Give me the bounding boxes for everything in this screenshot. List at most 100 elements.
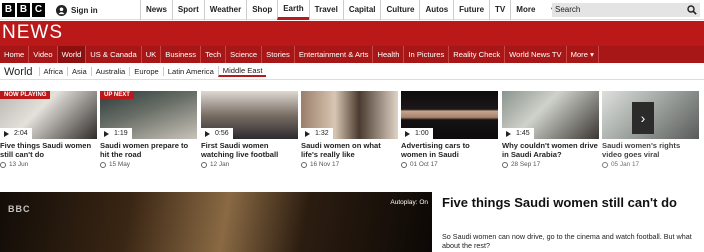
carousel-next-button[interactable]: › <box>632 102 654 134</box>
now-playing-badge: NOW PLAYING <box>0 91 51 99</box>
video-date-text: 12 Jan <box>210 161 230 168</box>
top-nav-sport[interactable]: Sport <box>171 0 204 20</box>
top-nav-future[interactable]: Future <box>453 0 489 20</box>
video-card[interactable]: 0:56 First Saudi women watching live foo… <box>201 91 298 168</box>
clock-icon <box>401 161 407 168</box>
region-middle-east[interactable]: Middle East <box>217 66 267 77</box>
subnav-home[interactable]: Home <box>0 46 30 63</box>
video-thumbnail[interactable]: 1:45 <box>502 91 599 139</box>
subnav-video[interactable]: Video <box>29 46 58 63</box>
subnav-entertainment-arts[interactable]: Entertainment & Arts <box>295 46 374 63</box>
subnav-uk[interactable]: UK <box>142 46 162 63</box>
video-date-text: 16 Nov 17 <box>310 161 340 168</box>
top-nav-more-label: More <box>516 5 536 14</box>
video-thumbnail[interactable]: 1:32 <box>301 91 398 139</box>
video-duration: 1:45 <box>516 130 530 137</box>
sign-in-label: Sign in <box>71 5 98 15</box>
top-nav-news[interactable]: News <box>140 0 172 20</box>
top-nav: News Sport Weather Shop Earth Travel Cap… <box>140 0 560 20</box>
top-nav-autos[interactable]: Autos <box>419 0 453 20</box>
user-icon <box>56 4 67 16</box>
video-date: 15 May <box>100 161 197 168</box>
subnav-science[interactable]: Science <box>226 46 263 63</box>
play-icon <box>305 130 310 137</box>
video-date-text: 05 Jan 17 <box>611 161 640 168</box>
video-thumbnail[interactable]: 0:56 <box>201 91 298 139</box>
play-icon <box>4 130 9 137</box>
video-card[interactable]: UP NEXT 1:19 Saudi women prepare to hit … <box>100 91 197 168</box>
top-nav-culture[interactable]: Culture <box>380 0 419 20</box>
play-button[interactable]: 1:00 <box>401 128 433 139</box>
subnav-us-canada[interactable]: US & Canada <box>86 46 142 63</box>
video-title[interactable]: Saudi women on what life's really like <box>301 141 398 159</box>
search-placeholder: Search <box>555 5 581 14</box>
video-card[interactable]: 1:32 Saudi women on what life's really l… <box>301 91 398 168</box>
clock-icon <box>201 161 207 168</box>
top-nav-travel[interactable]: Travel <box>308 0 343 20</box>
video-thumbnail[interactable]: UP NEXT 1:19 <box>100 91 197 139</box>
play-button[interactable]: 1:19 <box>100 128 132 139</box>
news-title[interactable]: NEWS <box>2 22 63 44</box>
subnav-tech[interactable]: Tech <box>201 46 227 63</box>
video-date-text: 01 Oct 17 <box>410 161 438 168</box>
video-duration: 1:19 <box>114 130 128 137</box>
play-button[interactable]: 1:45 <box>502 128 534 139</box>
section-title[interactable]: World <box>0 66 39 78</box>
video-player[interactable]: BBC Autoplay: On <box>0 192 432 252</box>
search-input[interactable]: Search <box>552 3 700 17</box>
feature-headline[interactable]: Five things Saudi women still can't do <box>442 195 692 210</box>
video-title[interactable]: First Saudi women watching live football <box>201 141 298 159</box>
region-asia[interactable]: Asia <box>66 67 91 76</box>
sign-in-link[interactable]: Sign in <box>56 2 98 18</box>
region-australia[interactable]: Australia <box>90 67 130 76</box>
video-date: 12 Jan <box>201 161 298 168</box>
video-thumbnail[interactable]: 1:00 <box>401 91 498 139</box>
video-date-text: 28 Sep 17 <box>511 161 541 168</box>
clock-icon <box>100 161 106 168</box>
video-card[interactable]: 1:45 Why couldn't women drive in Saudi A… <box>502 91 599 168</box>
play-button[interactable]: 2:04 <box>0 128 32 139</box>
top-nav-capital[interactable]: Capital <box>342 0 381 20</box>
video-thumbnail[interactable]: NOW PLAYING 2:04 <box>0 91 97 139</box>
top-nav-earth[interactable]: Earth <box>277 0 309 20</box>
subnav-more[interactable]: More ▾ <box>567 46 599 63</box>
chevron-down-icon: ▾ <box>590 50 594 59</box>
subnav-world-news-tv[interactable]: World News TV <box>505 46 567 63</box>
news-masthead: NEWS <box>0 21 704 46</box>
region-europe[interactable]: Europe <box>129 67 163 76</box>
bbc-logo[interactable]: B B C <box>2 3 45 17</box>
logo-letter-c: C <box>32 3 45 17</box>
region-latin-america[interactable]: Latin America <box>162 67 218 76</box>
news-subnav: Home Video World US & Canada UK Business… <box>0 46 704 63</box>
video-title[interactable]: Five things Saudi women still can't do <box>0 141 97 159</box>
subnav-reality-check[interactable]: Reality Check <box>449 46 506 63</box>
play-button[interactable]: 1:32 <box>301 128 333 139</box>
subnav-in-pictures[interactable]: In Pictures <box>404 46 450 63</box>
section-nav: World Africa Asia Australia Europe Latin… <box>0 64 704 80</box>
video-duration: 2:04 <box>14 130 28 137</box>
video-card[interactable]: NOW PLAYING 2:04 Five things Saudi women… <box>0 91 97 168</box>
video-date-text: 15 May <box>109 161 130 168</box>
video-title[interactable]: Advertising cars to women in Saudi <box>401 141 498 159</box>
video-date: 05 Jan 17 <box>602 161 699 168</box>
region-africa[interactable]: Africa <box>38 67 67 76</box>
subnav-more-label: More <box>570 50 588 59</box>
top-nav-weather[interactable]: Weather <box>203 0 246 20</box>
play-button[interactable]: 0:56 <box>201 128 233 139</box>
video-title[interactable]: Why couldn't women drive in Saudi Arabia… <box>502 141 599 159</box>
top-nav-shop[interactable]: Shop <box>246 0 277 20</box>
up-next-badge: UP NEXT <box>100 91 134 99</box>
subnav-world[interactable]: World <box>57 46 87 63</box>
video-card[interactable]: 1:00 Advertising cars to women in Saudi … <box>401 91 498 168</box>
video-date: 13 Jun <box>0 161 97 168</box>
subnav-health[interactable]: Health <box>373 46 405 63</box>
search-icon[interactable] <box>687 5 697 20</box>
subnav-business[interactable]: Business <box>161 46 202 63</box>
video-title[interactable]: Saudi women's rights video goes viral <box>602 141 699 159</box>
video-duration: 0:56 <box>215 130 229 137</box>
subnav-stories[interactable]: Stories <box>262 46 295 63</box>
autoplay-toggle[interactable]: Autoplay: On <box>390 199 428 206</box>
video-date: 01 Oct 17 <box>401 161 498 168</box>
video-title[interactable]: Saudi women prepare to hit the road <box>100 141 197 159</box>
top-nav-tv[interactable]: TV <box>489 0 510 20</box>
